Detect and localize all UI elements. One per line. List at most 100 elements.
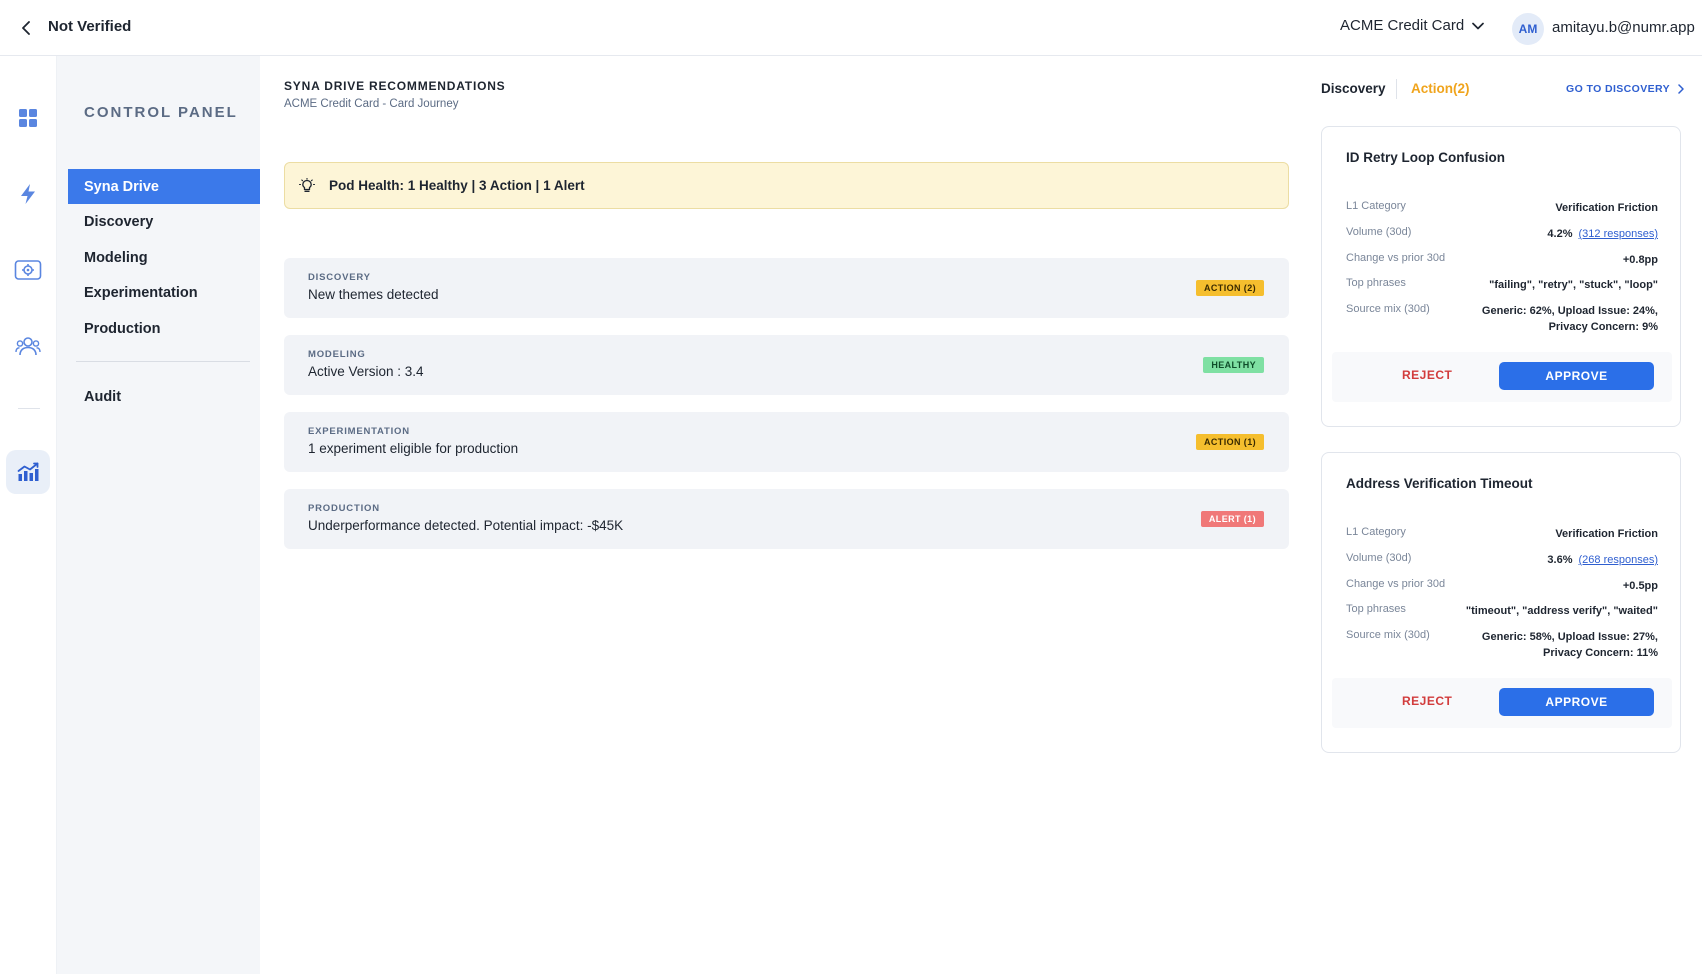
status-card-modeling[interactable]: MODELING Active Version : 3.4 HEALTHY bbox=[284, 335, 1289, 395]
row-category: L1 Category Verification Friction bbox=[1346, 526, 1658, 542]
status-card-production[interactable]: PRODUCTION Underperformance detected. Po… bbox=[284, 489, 1289, 549]
row-phrases: Top phrases "timeout", "address verify",… bbox=[1346, 603, 1658, 619]
section-heading: SYNA DRIVE RECOMMENDATIONS bbox=[284, 79, 506, 93]
section-subheading: ACME Credit Card - Card Journey bbox=[284, 98, 459, 110]
nav-item-modeling[interactable]: Modeling bbox=[68, 240, 260, 275]
settings-panel-icon bbox=[14, 260, 42, 280]
row-label: L1 Category bbox=[1346, 200, 1406, 212]
product-selector[interactable]: ACME Credit Card bbox=[1340, 17, 1485, 34]
status-badge: ACTION (2) bbox=[1196, 280, 1264, 296]
row-value: +0.5pp bbox=[1622, 580, 1658, 592]
source-line-1: Generic: 62%, Upload Issue: 24%, bbox=[1481, 305, 1658, 317]
source-line-2: Privacy Concern: 9% bbox=[1548, 321, 1658, 333]
row-label: Top phrases bbox=[1346, 277, 1406, 289]
rail-divider bbox=[18, 408, 40, 409]
status-badge: ACTION (1) bbox=[1196, 434, 1264, 450]
rail-lightning[interactable] bbox=[8, 174, 48, 214]
avatar[interactable]: AM bbox=[1512, 13, 1544, 45]
nav-item-production[interactable]: Production bbox=[68, 311, 260, 346]
row-label: Volume (30d) bbox=[1346, 226, 1412, 238]
status-badge: HEALTHY bbox=[1203, 357, 1264, 373]
recommendation-card: ID Retry Loop Confusion L1 Category Veri… bbox=[1321, 126, 1681, 427]
recommendation-actions: REJECT APPROVE bbox=[1332, 678, 1672, 728]
status-card-experimentation[interactable]: EXPERIMENTATION 1 experiment eligible fo… bbox=[284, 412, 1289, 472]
tab-action[interactable]: Action(2) bbox=[1411, 81, 1470, 96]
row-value: Verification Friction bbox=[1555, 528, 1658, 540]
nav-item-audit[interactable]: Audit bbox=[68, 379, 260, 414]
status-card-description: 1 experiment eligible for production bbox=[308, 441, 519, 456]
chevron-down-icon bbox=[1472, 22, 1485, 29]
tab-discovery[interactable]: Discovery bbox=[1321, 81, 1386, 96]
row-volume: Volume (30d) 4.2% (312 responses) bbox=[1346, 226, 1658, 242]
nav-item-syna-drive[interactable]: Syna Drive bbox=[68, 169, 260, 204]
status-card-description: Underperformance detected. Potential imp… bbox=[308, 518, 624, 533]
status-card-discovery[interactable]: DISCOVERY New themes detected ACTION (2) bbox=[284, 258, 1289, 318]
approve-button[interactable]: APPROVE bbox=[1499, 688, 1654, 716]
pod-health-text: Pod Health: 1 Healthy | 3 Action | 1 Ale… bbox=[329, 178, 585, 193]
status-card-category: PRODUCTION bbox=[308, 503, 380, 514]
recommendation-title: ID Retry Loop Confusion bbox=[1346, 150, 1505, 165]
analytics-chart-icon bbox=[17, 462, 39, 481]
status-card-category: DISCOVERY bbox=[308, 272, 371, 283]
row-value: Generic: 58%, Upload Issue: 27%, Privacy … bbox=[1482, 629, 1658, 661]
source-line-1: Generic: 58%, Upload Issue: 27%, bbox=[1481, 631, 1658, 643]
dashboard-icon bbox=[19, 109, 37, 127]
top-bar: Not Verified ACME Credit Card AM amitayu… bbox=[0, 0, 1702, 56]
status-badge: ALERT (1) bbox=[1200, 511, 1264, 527]
row-label: Source mix (30d) bbox=[1346, 303, 1430, 315]
row-value: "timeout", "address verify", "waited" bbox=[1465, 605, 1658, 617]
user-email[interactable]: amitayu.b@numr.app bbox=[1552, 19, 1695, 36]
row-change: Change vs prior 30d +0.8pp bbox=[1346, 252, 1658, 268]
row-label: L1 Category bbox=[1346, 526, 1406, 538]
recommendation-actions: REJECT APPROVE bbox=[1332, 352, 1672, 402]
volume-percent: 4.2% bbox=[1547, 228, 1573, 240]
recommendation-card: Address Verification Timeout L1 Category… bbox=[1321, 452, 1681, 753]
go-to-discovery-link[interactable]: GO TO DISCOVERY bbox=[1566, 83, 1684, 95]
responses-link[interactable]: (312 responses) bbox=[1579, 228, 1659, 240]
product-selector-label: ACME Credit Card bbox=[1340, 17, 1465, 34]
nav-divider bbox=[76, 361, 250, 362]
row-label: Top phrases bbox=[1346, 603, 1406, 615]
row-label: Source mix (30d) bbox=[1346, 629, 1430, 641]
row-value: "failing", "retry", "stuck", "loop" bbox=[1489, 279, 1658, 291]
control-panel-nav: CONTROL PANEL Syna Drive Discovery Model… bbox=[57, 56, 260, 974]
row-source: Source mix (30d) Generic: 58%, Upload Is… bbox=[1346, 629, 1658, 661]
rail-users[interactable] bbox=[8, 326, 48, 366]
back-button[interactable] bbox=[14, 16, 38, 40]
chevron-right-icon bbox=[1678, 84, 1684, 94]
row-change: Change vs prior 30d +0.5pp bbox=[1346, 578, 1658, 594]
lightbulb-icon bbox=[299, 177, 315, 192]
page-title: Not Verified bbox=[48, 18, 132, 35]
recommendation-title: Address Verification Timeout bbox=[1346, 476, 1533, 491]
reject-button[interactable]: REJECT bbox=[1402, 368, 1452, 382]
status-card-category: EXPERIMENTATION bbox=[308, 426, 410, 437]
chevron-left-icon bbox=[22, 21, 30, 35]
volume-percent: 3.6% bbox=[1547, 554, 1573, 566]
reject-button[interactable]: REJECT bbox=[1402, 694, 1452, 708]
rail-analytics[interactable] bbox=[6, 450, 50, 494]
row-label: Change vs prior 30d bbox=[1346, 252, 1446, 264]
icon-rail bbox=[0, 56, 57, 974]
go-to-discovery-label: GO TO DISCOVERY bbox=[1566, 83, 1671, 95]
row-value: Verification Friction bbox=[1555, 202, 1658, 214]
row-label: Volume (30d) bbox=[1346, 552, 1412, 564]
status-card-category: MODELING bbox=[308, 349, 366, 360]
row-label: Change vs prior 30d bbox=[1346, 578, 1446, 590]
row-source: Source mix (30d) Generic: 62%, Upload Is… bbox=[1346, 303, 1658, 335]
row-phrases: Top phrases "failing", "retry", "stuck",… bbox=[1346, 277, 1658, 293]
nav-item-discovery[interactable]: Discovery bbox=[68, 204, 260, 239]
responses-link[interactable]: (268 responses) bbox=[1579, 554, 1659, 566]
source-line-2: Privacy Concern: 11% bbox=[1543, 647, 1658, 659]
row-value: +0.8pp bbox=[1622, 254, 1658, 266]
nav-item-experimentation[interactable]: Experimentation bbox=[68, 275, 260, 310]
rail-dashboard[interactable] bbox=[8, 98, 48, 138]
lightning-icon bbox=[21, 184, 35, 204]
row-value: 3.6% (268 responses) bbox=[1547, 552, 1658, 568]
users-icon bbox=[15, 337, 41, 356]
approve-button[interactable]: APPROVE bbox=[1499, 362, 1654, 390]
status-card-description: Active Version : 3.4 bbox=[308, 364, 424, 379]
row-category: L1 Category Verification Friction bbox=[1346, 200, 1658, 216]
status-card-description: New themes detected bbox=[308, 287, 439, 302]
rail-settings-panel[interactable] bbox=[8, 250, 48, 290]
row-value: 4.2% (312 responses) bbox=[1547, 226, 1658, 242]
